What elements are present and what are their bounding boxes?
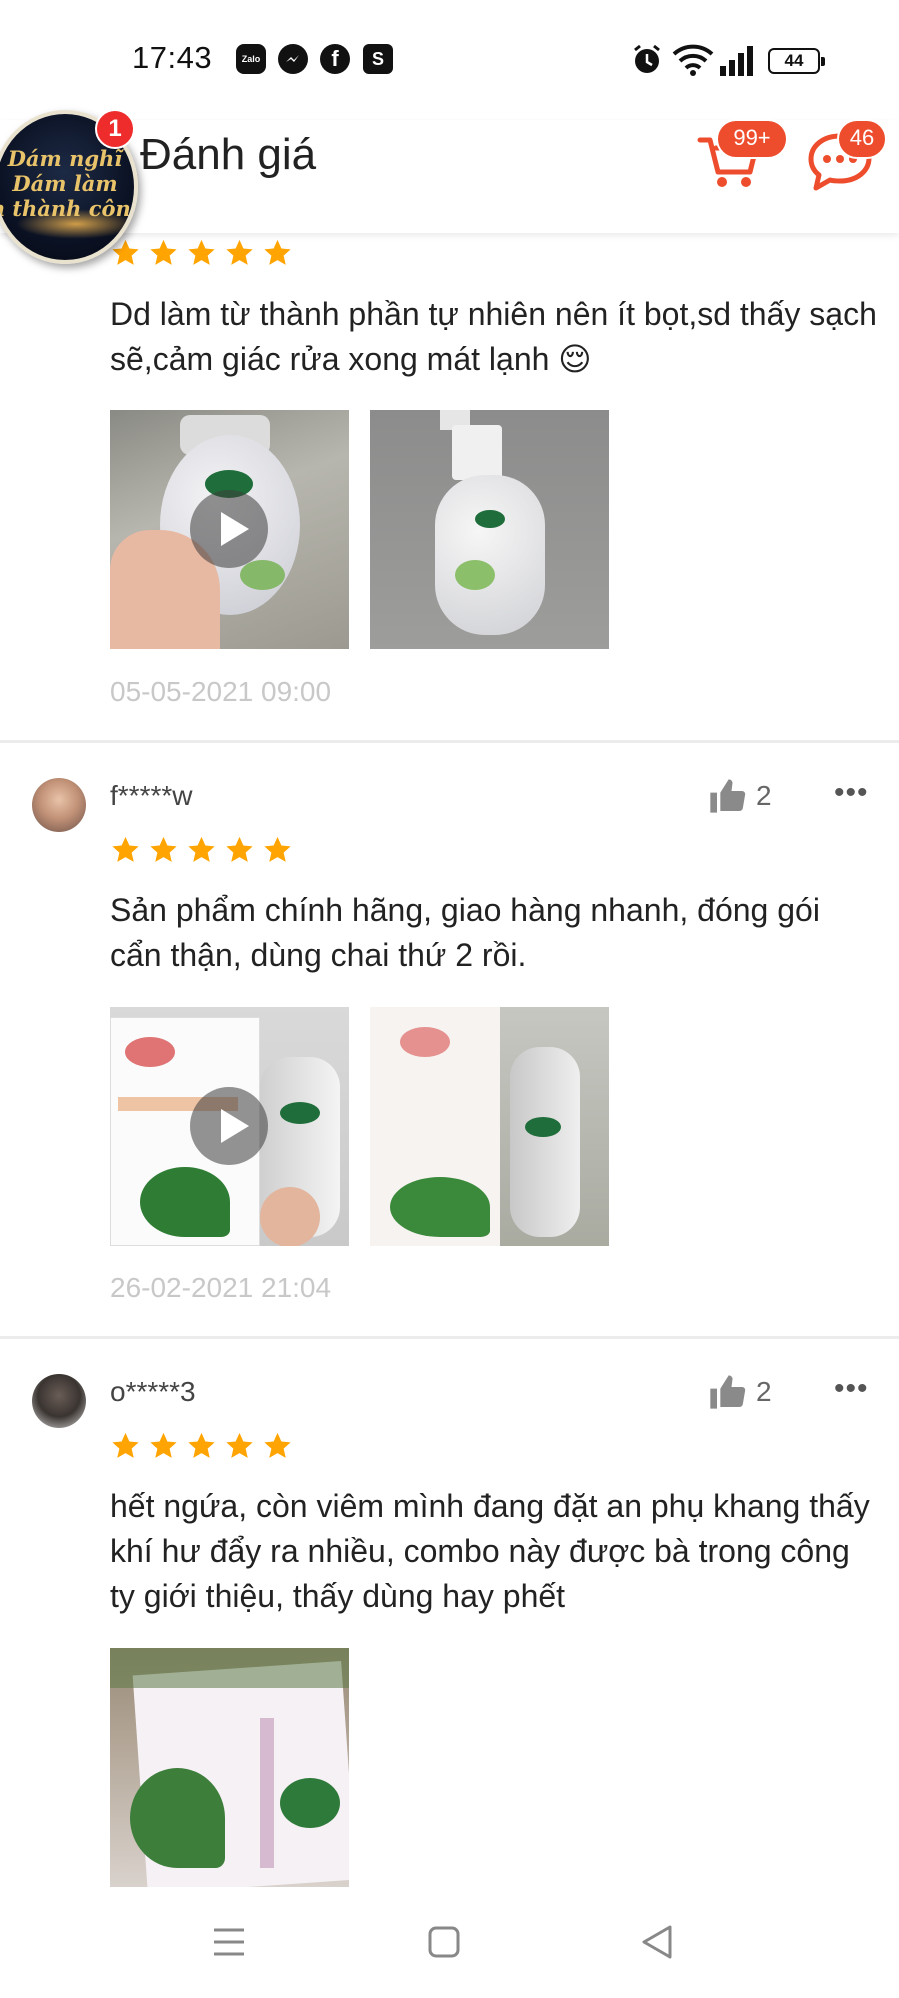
- review-photo-thumbnail[interactable]: [370, 410, 609, 649]
- like-count: 2: [756, 780, 772, 811]
- review-text: hết ngứa, còn viêm mình đang đặt an phụ …: [110, 1488, 870, 1614]
- play-icon[interactable]: [190, 1087, 268, 1165]
- back-icon[interactable]: [640, 1924, 674, 1960]
- review-divider: [0, 740, 899, 743]
- star-icon: [148, 1431, 179, 1461]
- reviewer-name: o*****3: [110, 1376, 196, 1407]
- star-icon: [110, 835, 141, 865]
- review-date: 05-05-2021 09:00: [110, 676, 332, 707]
- review-text: Dd làm từ thành phần tự nhiên nên ít bọt…: [110, 296, 877, 377]
- star-icon: [262, 835, 293, 865]
- review-photo-thumbnail[interactable]: [110, 1648, 349, 1887]
- zalo-icon: Zalo: [236, 44, 266, 74]
- messenger-icon: [278, 44, 308, 74]
- promo-notification-badge: 1: [95, 109, 135, 149]
- star-icon: [262, 238, 293, 268]
- like-count: 2: [756, 1376, 772, 1407]
- alarm-icon: [634, 44, 660, 73]
- promo-line: ám thành côn: [0, 196, 131, 221]
- promo-text: Dám nghĩ Dám làm ám thành côn: [0, 146, 134, 221]
- more-options-icon[interactable]: •••: [834, 776, 869, 810]
- star-icon: [224, 835, 255, 865]
- signal-icon: [720, 46, 753, 76]
- rating-stars: [110, 238, 293, 268]
- system-nav-bar: [0, 1888, 899, 1998]
- review-photo-thumbnail[interactable]: [370, 1007, 609, 1246]
- star-icon: [186, 1431, 217, 1461]
- avatar[interactable]: [32, 1374, 86, 1428]
- rating-stars: [110, 1431, 293, 1461]
- shopee-icon: S: [363, 44, 393, 74]
- battery-indicator: 44: [768, 48, 825, 74]
- reviewer-name: f*****w: [110, 780, 193, 811]
- review-video-thumbnail[interactable]: [110, 410, 349, 649]
- wifi-icon: [672, 44, 714, 76]
- promo-line: Dám làm: [12, 171, 118, 196]
- star-icon: [110, 1431, 141, 1461]
- play-icon[interactable]: [190, 490, 268, 568]
- star-icon: [224, 238, 255, 268]
- promo-line: Dám nghĩ: [7, 146, 123, 171]
- star-icon: [186, 835, 217, 865]
- avatar[interactable]: [32, 778, 86, 832]
- page-title: Đánh giá: [140, 130, 317, 179]
- rating-stars: [110, 835, 293, 865]
- status-bar: 17:43 Zalo f S 44: [0, 0, 899, 120]
- review-divider: [0, 1336, 899, 1339]
- thumbs-up-icon[interactable]: [706, 1372, 748, 1412]
- star-icon: [148, 835, 179, 865]
- chat-badge: 46: [837, 119, 887, 159]
- home-icon[interactable]: [428, 1926, 460, 1958]
- review-text: Sản phẩm chính hãng, giao hàng nhanh, đó…: [110, 892, 820, 973]
- star-icon: [186, 238, 217, 268]
- review-date: 26-02-2021 21:04: [110, 1272, 332, 1303]
- star-icon: [148, 238, 179, 268]
- facebook-icon: f: [320, 44, 350, 74]
- more-options-icon[interactable]: •••: [834, 1372, 869, 1406]
- status-time: 17:43: [132, 40, 213, 75]
- cart-badge: 99+: [716, 119, 788, 159]
- star-icon: [262, 1431, 293, 1461]
- thumbs-up-icon[interactable]: [706, 776, 748, 816]
- menu-icon[interactable]: [212, 1926, 246, 1958]
- star-icon: [224, 1431, 255, 1461]
- review-video-thumbnail[interactable]: [110, 1007, 349, 1246]
